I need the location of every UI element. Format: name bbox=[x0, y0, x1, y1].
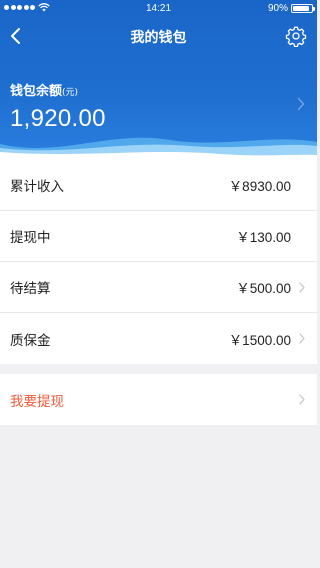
row-label: 累计收入 bbox=[10, 179, 64, 195]
status-bar: 14:21 90% bbox=[0, 0, 317, 18]
list-item-total-income: 累计收入 ￥8930.00 bbox=[0, 160, 317, 211]
chevron-right-icon[interactable] bbox=[297, 97, 305, 111]
battery-percent: 90% bbox=[267, 3, 288, 14]
row-value: ￥8930.00 bbox=[228, 179, 291, 194]
list-item-warranty-deposit[interactable]: 质保金 ￥1500.00 bbox=[0, 313, 317, 364]
wallet-summary-list: 累计收入 ￥8930.00 提现中 ￥130.00 待结算 ￥500.00 质保… bbox=[0, 160, 317, 364]
wave-decoration bbox=[0, 137, 317, 160]
page-title: 我的钱包 bbox=[130, 30, 187, 46]
balance-title: 钱包余额 bbox=[10, 84, 63, 99]
row-label: 待结算 bbox=[10, 281, 51, 297]
row-label: 提现中 bbox=[10, 230, 51, 246]
chevron-right-icon bbox=[299, 282, 305, 293]
gear-icon[interactable] bbox=[285, 25, 307, 47]
withdraw-button[interactable]: 我要提现 bbox=[0, 374, 317, 425]
list-item-withdrawing: 提现中 ￥130.00 bbox=[0, 211, 317, 262]
balance-section[interactable]: 钱包余额(元) 1,920.00 bbox=[10, 80, 106, 133]
withdraw-label: 我要提现 bbox=[10, 394, 64, 410]
chevron-right-icon bbox=[299, 394, 305, 405]
chevron-right-icon bbox=[299, 333, 305, 344]
battery-indicator: 90% bbox=[267, 3, 315, 14]
list-item-pending-settlement[interactable]: 待结算 ￥500.00 bbox=[0, 262, 317, 313]
balance-label: 钱包余额(元) bbox=[10, 80, 106, 99]
balance-unit: (元) bbox=[62, 88, 79, 98]
row-label: 质保金 bbox=[10, 332, 51, 349]
wallet-header: 14:21 90% 我的钱包 钱包余额(元) 1,920.00 bbox=[0, 0, 317, 160]
battery-icon bbox=[291, 4, 315, 13]
row-value: ￥500.00 bbox=[236, 281, 291, 296]
row-value: ￥1500.00 bbox=[228, 332, 291, 348]
row-value: ￥130.00 bbox=[236, 230, 291, 245]
nav-bar: 我的钱包 bbox=[0, 18, 317, 54]
